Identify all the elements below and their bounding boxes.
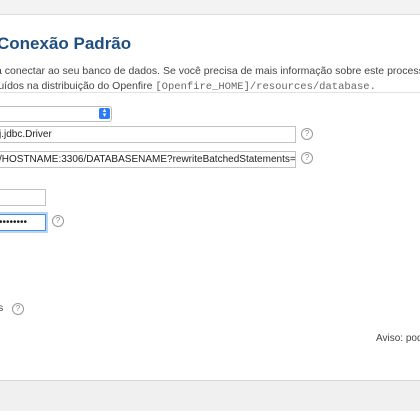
help-icon[interactable]: ?: [12, 303, 24, 315]
help-icon[interactable]: ?: [52, 215, 64, 227]
footer-bar: [0, 380, 420, 411]
description: a conectar ao seu banco de dados. Se voc…: [0, 64, 420, 95]
page-title: Conexão Padrão: [0, 34, 132, 53]
database-url-field[interactable]: /HOSTNAME:3306/DATABASENAME?rewriteBatch…: [0, 151, 296, 168]
jdbc-driver-field[interactable]: j.jdbc.Driver: [0, 126, 296, 143]
database-preset-select[interactable]: ▴ ▾: [0, 106, 112, 122]
username-field[interactable]: [0, 189, 46, 206]
divider: [0, 92, 420, 93]
help-icon[interactable]: ?: [301, 128, 313, 140]
chevron-updown-icon: ▴ ▾: [99, 107, 110, 119]
password-field[interactable]: ••••••••: [0, 214, 46, 231]
description-line-1: a conectar ao seu banco de dados. Se voc…: [0, 65, 420, 77]
top-band: [0, 0, 420, 15]
notice-text: Aviso: pod: [376, 333, 420, 344]
help-icon[interactable]: ?: [301, 152, 313, 164]
option-label-fragment: s: [0, 302, 4, 314]
description-line-2-text: luídos na distribuição do Openfire: [0, 80, 156, 92]
